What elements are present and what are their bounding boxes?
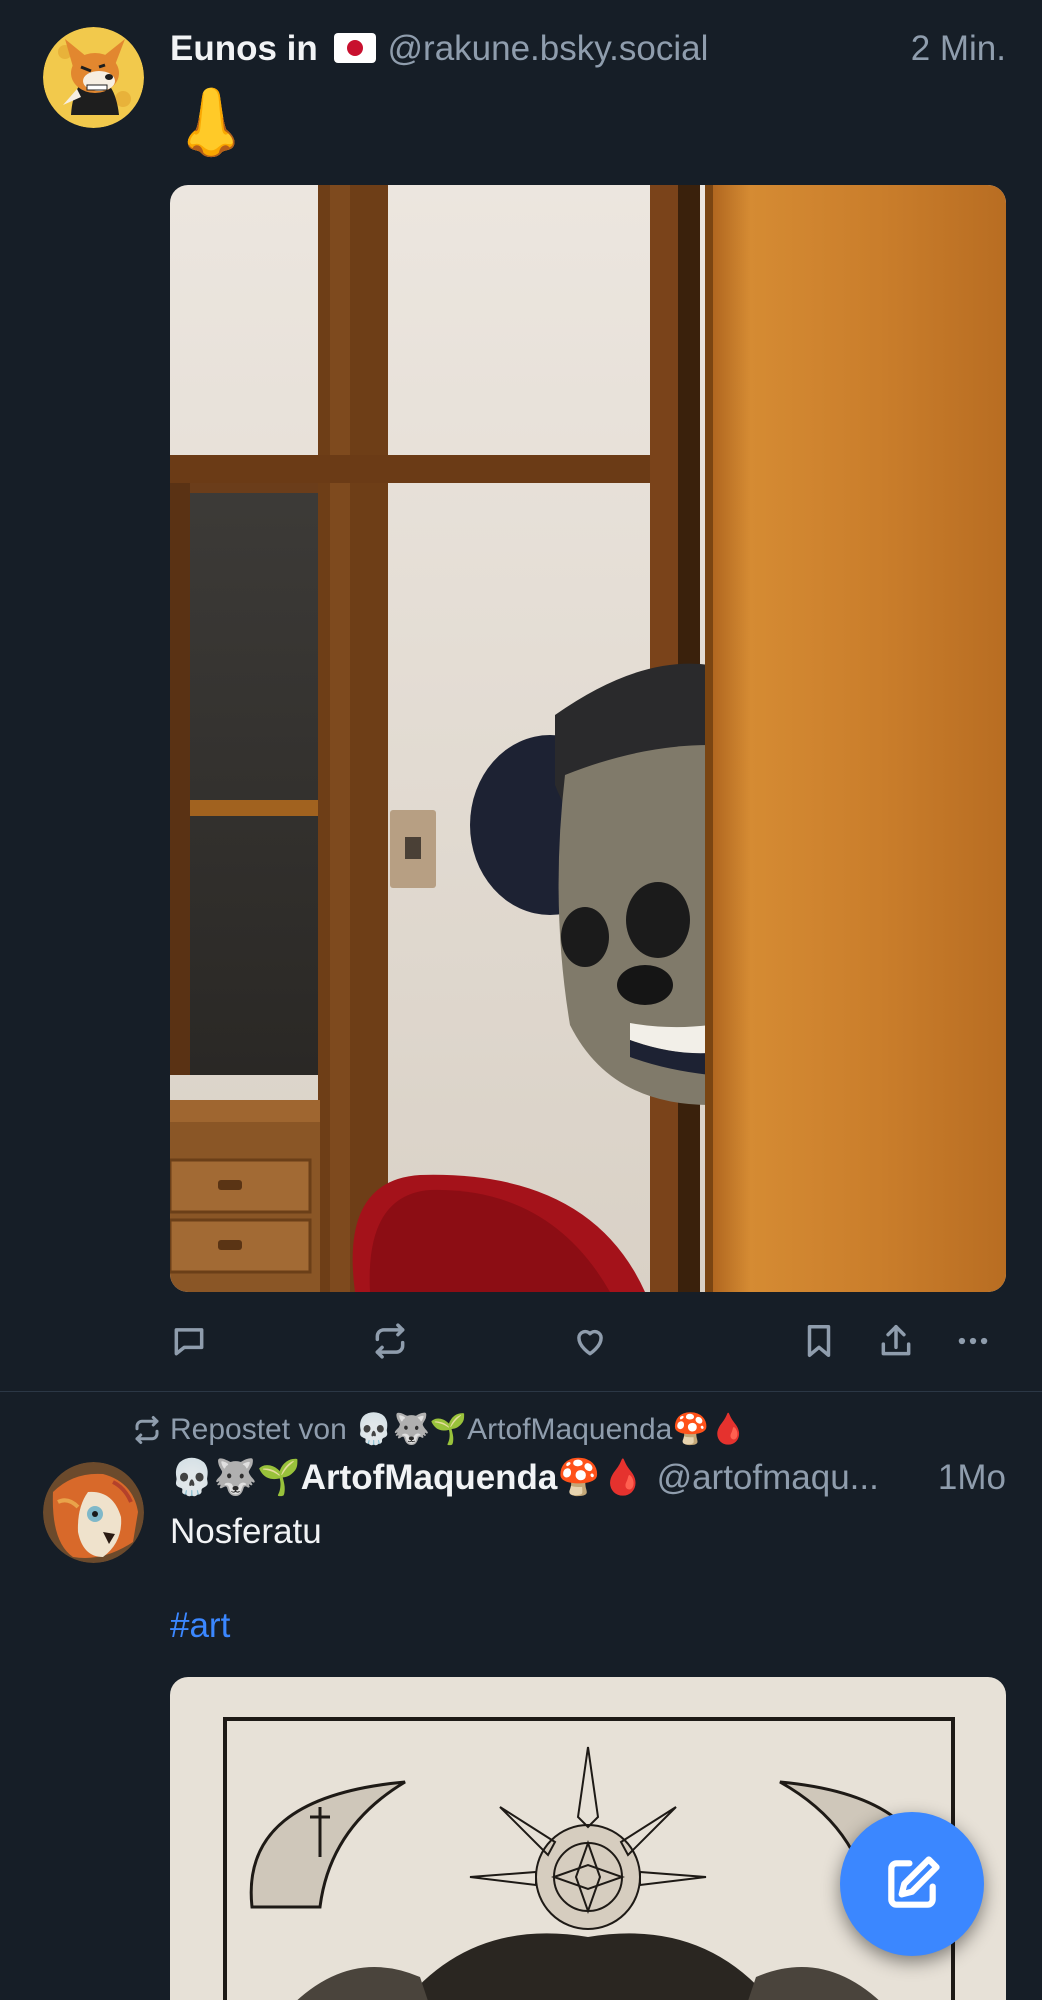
repost-icon xyxy=(375,1323,405,1359)
bookmark-icon xyxy=(807,1325,831,1357)
timestamp[interactable]: 1Mo xyxy=(938,1456,1006,1500)
share-button[interactable] xyxy=(873,1318,919,1364)
repost-label: Repostet von 💀🐺🌱ArtofMaquenda🍄🩸 xyxy=(170,1413,748,1446)
bookmark-button[interactable] xyxy=(796,1318,842,1364)
display-name[interactable]: Eunos in xyxy=(170,27,376,71)
repost-indicator[interactable]: Repostet von 💀🐺🌱ArtofMaquenda🍄🩸 xyxy=(132,1410,747,1450)
reply-button[interactable] xyxy=(166,1318,212,1364)
post-actions xyxy=(170,1318,1006,1364)
heart-icon xyxy=(577,1329,603,1356)
post-text: Nosferatu xyxy=(170,1512,322,1551)
display-name[interactable]: 💀🐺🌱ArtofMaquenda🍄🩸 xyxy=(170,1456,645,1500)
reply-icon xyxy=(174,1328,204,1356)
like-button[interactable] xyxy=(567,1318,613,1364)
more-dots-icon xyxy=(958,1337,988,1345)
post-header: 💀🐺🌱ArtofMaquenda🍄🩸 @artofmaqu... 1Mo xyxy=(170,1456,1006,1500)
hashtag-link[interactable]: #art xyxy=(170,1606,230,1646)
post-image[interactable] xyxy=(170,185,1006,1292)
japan-flag-icon xyxy=(333,33,376,63)
more-options-button[interactable] xyxy=(950,1318,996,1364)
handle[interactable]: @rakune.bsky.social xyxy=(388,27,901,71)
compose-button[interactable] xyxy=(840,1812,984,1956)
handle[interactable]: @artofmaqu... xyxy=(657,1456,928,1500)
share-icon xyxy=(881,1325,911,1356)
repost-button[interactable] xyxy=(367,1318,413,1364)
timestamp[interactable]: 2 Min. xyxy=(911,27,1006,71)
avatar[interactable] xyxy=(43,27,144,128)
post-text: 👃 xyxy=(170,85,253,159)
post-header: Eunos in @rakune.bsky.social 2 Min. xyxy=(170,27,1006,71)
compose-pencil-icon xyxy=(888,1856,940,1908)
feed-post[interactable]: Eunos in @rakune.bsky.social 2 Min. 👃 xyxy=(0,0,1042,1392)
repost-icon xyxy=(135,1416,159,1444)
avatar[interactable] xyxy=(43,1462,144,1563)
